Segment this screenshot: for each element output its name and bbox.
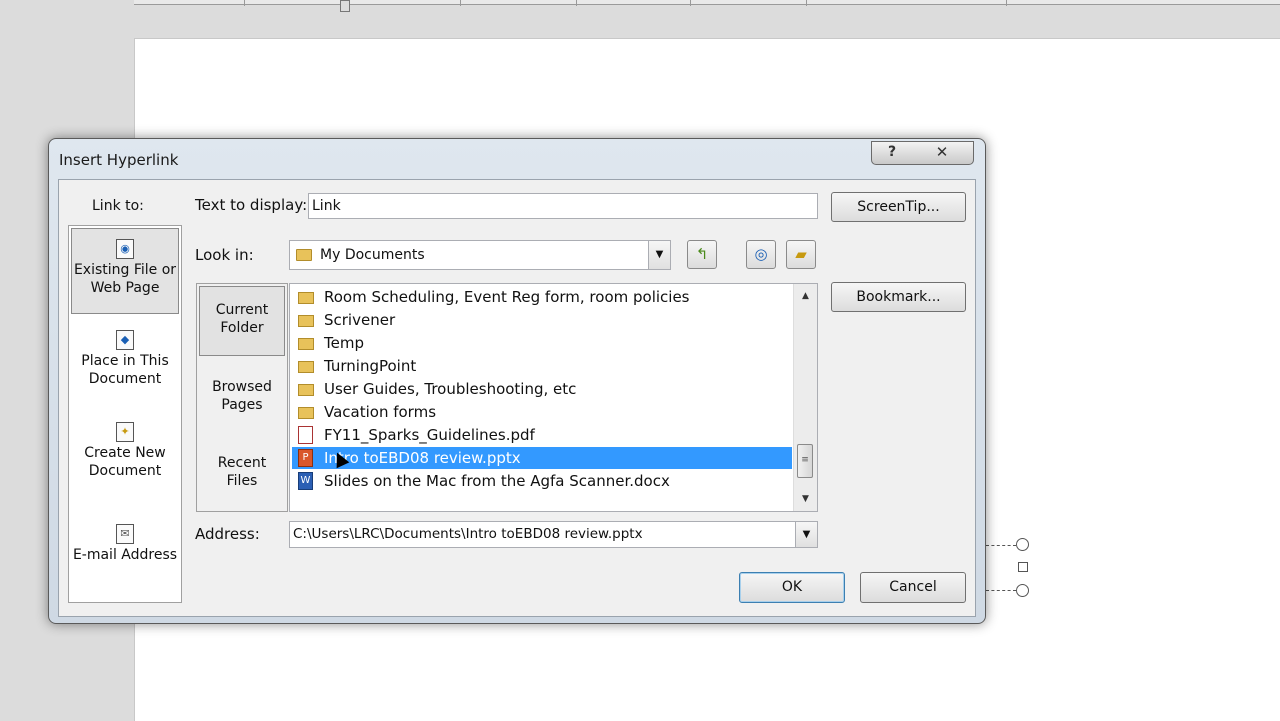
browse-nav-panel: Current Folder Browsed Pages Recent File… <box>196 283 288 512</box>
globe-file-icon: ◉ <box>116 239 134 259</box>
new-document-icon: ✦ <box>116 422 134 442</box>
folder-icon <box>298 361 314 373</box>
selection-handle-line <box>986 545 1016 546</box>
nav-browsed-pages[interactable]: Browsed Pages <box>199 378 285 414</box>
nav-label: Folder <box>220 320 264 336</box>
nav-recent-files[interactable]: Recent Files <box>199 454 285 490</box>
folder-up-icon: ↰ <box>695 245 709 263</box>
browse-web-button[interactable]: ◎ <box>746 240 776 269</box>
dialog-title: Insert Hyperlink <box>59 151 179 169</box>
list-item[interactable]: Temp <box>292 332 792 354</box>
link-to-panel: ◉ Existing File or Web Page ◆ Place in T… <box>68 225 182 603</box>
list-item[interactable]: FY11_Sparks_Guidelines.pdf <box>292 424 792 446</box>
file-list[interactable]: Room Scheduling, Event Reg form, room po… <box>289 283 818 512</box>
resize-handle[interactable] <box>1018 562 1028 572</box>
ok-button[interactable]: OK <box>739 572 845 603</box>
list-item[interactable]: TurningPoint <box>292 355 792 377</box>
up-one-folder-button[interactable]: ↰ <box>687 240 717 269</box>
document-anchor-icon: ◆ <box>116 330 134 350</box>
help-button[interactable]: ? <box>871 141 913 165</box>
look-in-combobox[interactable]: My Documents ▼ <box>289 240 671 270</box>
look-in-label: Look in: <box>195 246 254 264</box>
browse-file-button[interactable]: ▰ <box>786 240 816 269</box>
selection-handle-line <box>986 590 1016 591</box>
folder-icon <box>298 384 314 396</box>
link-to-email-address[interactable]: ✉ E-mail Address <box>71 524 179 564</box>
folder-icon <box>298 338 314 350</box>
file-name: FY11_Sparks_Guidelines.pdf <box>324 426 535 444</box>
folder-icon <box>298 315 314 327</box>
list-item[interactable]: Vacation forms <box>292 401 792 423</box>
word-file-icon: W <box>298 472 313 490</box>
list-item-selected[interactable]: P Intro toEBD08 review.pptx <box>292 447 792 469</box>
file-name: Intro toEBD08 review.pptx <box>324 449 521 467</box>
nav-label: Current <box>215 302 269 318</box>
file-name: User Guides, Troubleshooting, etc <box>324 380 577 398</box>
resize-handle[interactable] <box>1016 538 1029 551</box>
envelope-icon: ✉ <box>116 524 134 544</box>
scroll-down-icon[interactable]: ▼ <box>794 489 817 509</box>
ruler-tick <box>1006 0 1007 6</box>
ruler-tick <box>244 0 245 6</box>
file-name: Room Scheduling, Event Reg form, room po… <box>324 288 690 306</box>
link-to-item-label: Document <box>88 371 162 387</box>
link-to-item-label: Document <box>88 463 162 479</box>
open-folder-icon: ▰ <box>795 245 807 263</box>
ruler-tick <box>806 0 807 6</box>
link-to-item-label: Create New <box>84 445 166 461</box>
address-combobox[interactable]: C:\Users\LRC\Documents\Intro toEBD08 rev… <box>289 521 818 548</box>
close-button[interactable]: ✕ <box>911 141 974 165</box>
chevron-down-icon[interactable]: ▼ <box>648 241 670 269</box>
nav-label: Browsed <box>212 379 272 395</box>
folder-icon <box>298 292 314 304</box>
ruler <box>134 0 1280 6</box>
file-name: Scrivener <box>324 311 396 329</box>
file-name: Vacation forms <box>324 403 437 421</box>
insert-hyperlink-dialog: Insert Hyperlink ? ✕ Link to: ◉ Existing… <box>48 138 986 624</box>
cancel-button[interactable]: Cancel <box>860 572 966 603</box>
scroll-up-icon[interactable]: ▲ <box>794 286 817 306</box>
link-to-item-label: Place in This <box>81 353 169 369</box>
file-name: TurningPoint <box>324 357 417 375</box>
bookmark-button[interactable]: Bookmark... <box>831 282 966 312</box>
link-to-existing-file[interactable]: ◉ Existing File or Web Page <box>71 228 179 314</box>
globe-search-icon: ◎ <box>754 245 768 263</box>
link-to-place-in-document[interactable]: ◆ Place in This Document <box>71 330 179 388</box>
ruler-tick <box>460 0 461 6</box>
nav-label: Files <box>226 473 258 489</box>
link-to-item-label: Existing File or <box>73 262 177 278</box>
powerpoint-file-icon: P <box>298 449 313 467</box>
scrollbar-thumb[interactable]: ≡ <box>797 444 813 478</box>
text-to-display-input[interactable]: Link <box>308 193 818 219</box>
list-item[interactable]: Scrivener <box>292 309 792 331</box>
ruler-indent-marker[interactable] <box>340 0 350 12</box>
link-to-item-label: E-mail Address <box>72 547 178 563</box>
look-in-value: My Documents <box>320 247 425 263</box>
address-label: Address: <box>195 525 260 543</box>
list-item[interactable]: W Slides on the Mac from the Agfa Scanner… <box>292 470 792 492</box>
text-to-display-label: Text to display: <box>195 196 308 214</box>
link-to-item-label: Web Page <box>90 280 160 296</box>
file-name: Slides on the Mac from the Agfa Scanner.… <box>324 472 670 490</box>
list-item[interactable]: Room Scheduling, Event Reg form, room po… <box>292 286 792 308</box>
ruler-tick <box>576 0 577 6</box>
chevron-down-icon[interactable]: ▼ <box>795 522 817 547</box>
folder-icon <box>296 249 312 261</box>
folder-icon <box>298 407 314 419</box>
nav-label: Pages <box>221 397 263 413</box>
address-value: C:\Users\LRC\Documents\Intro toEBD08 rev… <box>293 526 643 542</box>
file-list-scrollbar[interactable]: ▲ ≡ ▼ <box>793 284 817 511</box>
link-to-create-new-document[interactable]: ✦ Create New Document <box>71 422 179 480</box>
list-item[interactable]: User Guides, Troubleshooting, etc <box>292 378 792 400</box>
nav-label: Recent <box>217 455 267 471</box>
resize-handle[interactable] <box>1016 584 1029 597</box>
ruler-tick <box>690 0 691 6</box>
dialog-body: Link to: ◉ Existing File or Web Page ◆ P… <box>58 179 976 617</box>
screentip-button[interactable]: ScreenTip... <box>831 192 966 222</box>
file-name: Temp <box>324 334 364 352</box>
pdf-file-icon <box>298 426 313 444</box>
link-to-label: Link to: <box>92 198 144 214</box>
nav-current-folder[interactable]: Current Folder <box>199 286 285 356</box>
